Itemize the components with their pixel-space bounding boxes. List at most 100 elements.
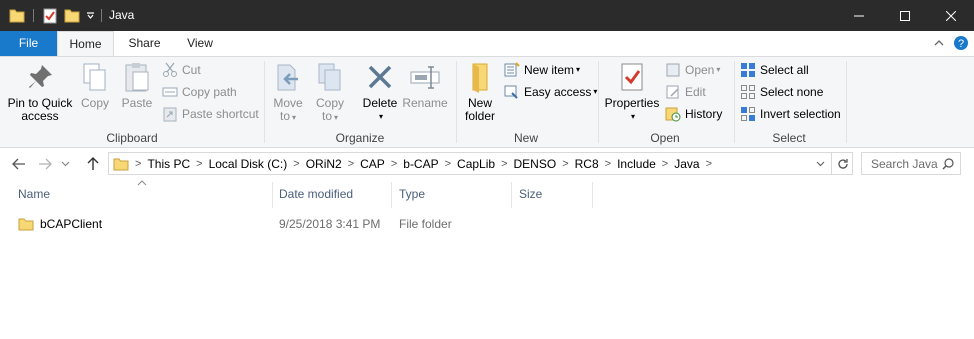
search-box[interactable]: Search Java	[861, 152, 961, 175]
breadcrumb-this-pc[interactable]: This PC	[147, 157, 190, 171]
edit-button[interactable]: Edit	[665, 82, 706, 102]
search-icon	[942, 158, 954, 170]
maximize-button[interactable]	[882, 0, 928, 31]
caret-down-icon: ▾	[292, 113, 297, 122]
file-list: Name Date modified Type Size bCAPClient …	[0, 180, 974, 339]
breadcrumb-rc8[interactable]: RC8	[575, 157, 599, 171]
column-separator[interactable]	[592, 182, 593, 208]
help-icon[interactable]: ?	[953, 35, 969, 51]
edit-label: Edit	[685, 85, 706, 99]
pin-to-quick-access-button[interactable]: Pin to Quick access	[6, 61, 74, 123]
breadcrumb-separator: >	[293, 157, 300, 170]
tab-home[interactable]: Home	[57, 31, 114, 57]
rename-label: Rename	[402, 96, 448, 110]
column-header-date[interactable]: Date modified	[279, 187, 353, 205]
paste-shortcut-button[interactable]: Paste shortcut	[162, 104, 259, 124]
copy-path-label: Copy path	[182, 85, 237, 99]
column-header-type[interactable]: Type	[399, 187, 425, 205]
refresh-button[interactable]	[831, 152, 853, 175]
scissors-icon	[163, 62, 177, 77]
up-button[interactable]	[82, 152, 104, 176]
address-bar[interactable]: > This PC > Local Disk (C:) > ORiN2 > CA…	[108, 152, 853, 175]
breadcrumb-separator: >	[501, 157, 508, 170]
address-history-button[interactable]	[811, 152, 829, 175]
arrow-up-icon	[87, 157, 99, 170]
breadcrumb-separator: >	[444, 157, 452, 170]
breadcrumb-b-cap[interactable]: b-CAP	[403, 157, 438, 171]
copy-icon	[83, 63, 106, 91]
table-row[interactable]: bCAPClient 9/25/2018 3:41 PM File folder	[18, 214, 598, 234]
search-input[interactable]: Search Java	[871, 157, 938, 171]
breadcrumb-include[interactable]: Include	[617, 157, 656, 171]
copy-to-line2: to	[321, 109, 332, 123]
properties-icon	[621, 63, 643, 91]
select-all-button[interactable]: Select all	[740, 60, 809, 80]
copy-to-button[interactable]: Copy to ▾	[312, 61, 348, 124]
copy-button[interactable]: Copy	[78, 61, 112, 110]
close-icon	[946, 10, 956, 21]
tab-view[interactable]: View	[174, 31, 226, 56]
column-separator[interactable]	[391, 182, 392, 208]
paste-icon	[125, 63, 149, 92]
chevron-down-icon[interactable]	[86, 11, 95, 20]
organize-group-label: Organize	[335, 131, 385, 145]
breadcrumb-local-disk[interactable]: Local Disk (C:)	[209, 157, 288, 171]
breadcrumb-java[interactable]: Java	[674, 157, 699, 171]
breadcrumb-cap[interactable]: CAP	[360, 157, 385, 171]
forward-button[interactable]	[34, 152, 56, 176]
select-none-button[interactable]: Select none	[740, 82, 823, 102]
easy-access-button[interactable]: Easy access ▾	[504, 82, 597, 102]
breadcrumb-denso[interactable]: DENSO	[514, 157, 557, 171]
refresh-icon	[837, 158, 848, 169]
caret-down-icon: ▾	[378, 112, 383, 121]
folder-icon	[9, 9, 25, 23]
history-button[interactable]: History	[665, 104, 722, 124]
close-button[interactable]	[928, 0, 974, 31]
toolbar-separator	[101, 9, 102, 22]
select-none-icon	[741, 85, 755, 99]
properties-button[interactable]: Properties ▾	[604, 61, 660, 123]
cut-button[interactable]: Cut	[162, 60, 201, 80]
file-type: File folder	[399, 217, 452, 231]
tab-share[interactable]: Share	[117, 31, 172, 56]
minimize-icon	[854, 15, 864, 16]
new-folder-button[interactable]: New folder	[460, 61, 500, 123]
caret-down-icon: ▾	[716, 65, 721, 74]
breadcrumb-separator: >	[196, 157, 203, 170]
folder-icon	[18, 218, 34, 231]
recent-locations-button[interactable]	[58, 152, 72, 176]
svg-text:?: ?	[958, 38, 964, 50]
move-to-button[interactable]: Move to ▾	[270, 61, 306, 124]
invert-selection-button[interactable]: Invert selection	[740, 104, 841, 124]
properties-icon[interactable]	[42, 7, 58, 24]
breadcrumb-separator: >	[347, 157, 355, 170]
folder-icon	[113, 158, 129, 170]
column-separator[interactable]	[272, 182, 273, 208]
copy-path-button[interactable]: Copy path	[162, 82, 237, 102]
select-all-label: Select all	[760, 63, 809, 77]
paste-button[interactable]: Paste	[118, 61, 156, 110]
back-button[interactable]	[8, 152, 30, 176]
column-header-name[interactable]: Name	[18, 187, 50, 205]
breadcrumb-separator: >	[562, 157, 569, 170]
file-name[interactable]: bCAPClient	[40, 217, 102, 231]
move-to-line2: to	[279, 109, 290, 123]
new-item-button[interactable]: New item ▾	[504, 60, 580, 80]
open-button[interactable]: Open ▾	[665, 60, 720, 80]
column-header-size[interactable]: Size	[519, 187, 542, 205]
delete-button[interactable]: Delete ▾	[360, 61, 400, 123]
column-separator[interactable]	[511, 182, 512, 208]
caret-down-icon: ▾	[576, 65, 581, 74]
paste-shortcut-label: Paste shortcut	[182, 107, 259, 121]
new-folder-icon[interactable]	[64, 7, 80, 24]
caret-down-icon: ▾	[630, 112, 635, 121]
minimize-button[interactable]	[836, 0, 882, 31]
breadcrumb-caplib[interactable]: CapLib	[457, 157, 495, 171]
chevron-up-icon[interactable]	[933, 38, 945, 48]
tab-file[interactable]: File	[0, 31, 57, 56]
chevron-down-icon	[61, 161, 69, 167]
new-folder-icon	[472, 63, 488, 93]
breadcrumb-orin2[interactable]: ORiN2	[306, 157, 342, 171]
rename-button[interactable]: Rename	[402, 61, 448, 110]
navigation-bar: > This PC > Local Disk (C:) > ORiN2 > CA…	[0, 149, 974, 179]
